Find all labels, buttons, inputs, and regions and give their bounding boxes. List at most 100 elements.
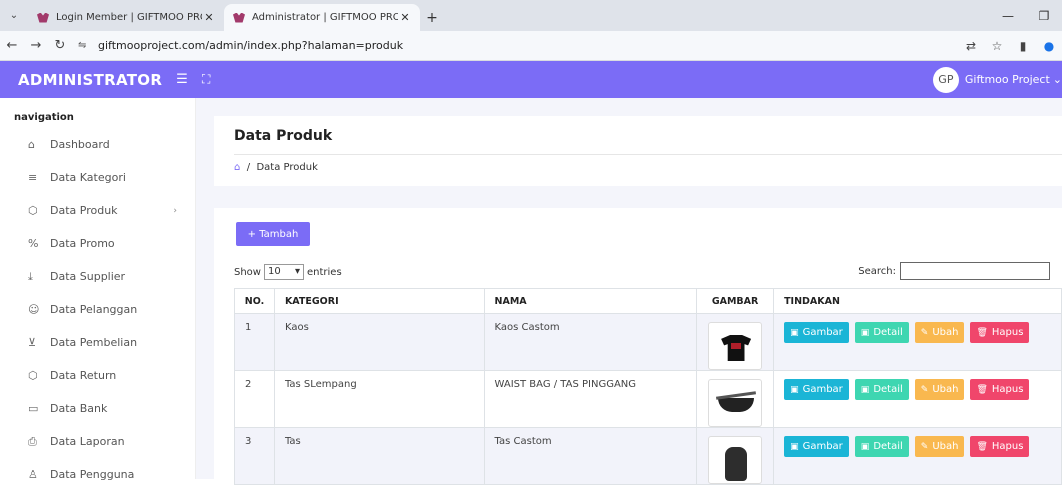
sidebar-item-bank[interactable]: ▭ Data Bank: [0, 392, 195, 425]
table-header-row: NO. KATEGORI NAMA GAMBAR TINDAKAN: [234, 288, 1062, 314]
browser-tab-login[interactable]: Login Member | GIFTMOO PRO ✕: [28, 4, 224, 31]
image-icon: ▣: [790, 384, 799, 395]
user-name: Giftmoo Project: [964, 73, 1050, 86]
product-thumbnail: [708, 379, 763, 427]
cell-actions: ▣ Gambar ▣ Detail ✎ Ubah 🗑 Hapus: [773, 370, 1062, 428]
sidebar-item-label: Data Kategori: [50, 171, 126, 184]
ubah-button[interactable]: ✎ Ubah: [914, 322, 965, 343]
cell-gambar: [696, 370, 775, 428]
forward-icon[interactable]: →: [24, 38, 48, 53]
column-header[interactable]: KATEGORI: [273, 288, 485, 314]
detail-button[interactable]: ▣ Detail: [854, 322, 909, 343]
user-menu[interactable]: GP Giftmoo Project ⌄: [932, 61, 1062, 98]
hapus-button[interactable]: 🗑 Hapus: [970, 436, 1030, 457]
add-product-button[interactable]: + Tambah: [236, 222, 310, 246]
detail-button[interactable]: ▣ Detail: [854, 379, 909, 400]
breadcrumb-current: Data Produk: [256, 162, 318, 173]
entries-select[interactable]: 10: [263, 264, 304, 280]
url-field[interactable]: ⇋ giftmooproject.com/admin/index.php?hal…: [78, 34, 958, 58]
box-icon: ⬡: [28, 369, 38, 382]
product-table-card: + Tambah Show 10 entries Search: NO. KAT…: [214, 208, 1062, 485]
sidebar-item-promo[interactable]: % Data Promo: [0, 227, 195, 260]
sidebar-item-produk[interactable]: ⬡ Data Produk ›: [0, 194, 195, 227]
ubah-button[interactable]: ✎ Ubah: [914, 436, 965, 457]
sidebar-item-label: Dashboard: [50, 138, 110, 151]
image-icon: ▣: [790, 441, 799, 452]
cell-no: 1: [234, 313, 275, 371]
users-icon: ☺: [28, 303, 40, 316]
back-icon[interactable]: ←: [0, 38, 24, 53]
translate-icon[interactable]: ⇄: [958, 39, 984, 53]
search-input[interactable]: [900, 262, 1050, 280]
hapus-button[interactable]: 🗑 Hapus: [970, 379, 1030, 400]
entries-label: entries: [306, 266, 342, 278]
product-thumbnail: [708, 436, 763, 484]
sidebar-item-label: Data Promo: [50, 237, 115, 250]
cell-kategori: Kaos: [273, 313, 485, 371]
tshirt-image: [721, 335, 752, 361]
image-icon: ▣: [860, 441, 870, 452]
search-control: Search:: [858, 262, 1050, 280]
sidebar-item-return[interactable]: ⬡ Data Return: [0, 359, 195, 392]
hapus-button[interactable]: 🗑 Hapus: [970, 322, 1030, 343]
sidebar-item-label: Data Pengguna: [50, 468, 135, 481]
waistbag-image: [718, 398, 755, 412]
profile-icon[interactable]: ●: [1036, 39, 1062, 53]
breadcrumb-separator: /: [243, 162, 254, 173]
column-header[interactable]: NO.: [234, 288, 275, 314]
chevron-right-icon: ›: [173, 205, 177, 216]
cell-no: 3: [234, 427, 275, 485]
cell-kategori: Tas: [273, 427, 485, 485]
detail-button[interactable]: ▣ Detail: [854, 436, 909, 457]
tab-label: Administrator | GIFTMOO PRO: [252, 12, 398, 23]
sidebar-item-pembelian[interactable]: ⊻ Data Pembelian: [0, 326, 195, 359]
browser-tab-admin[interactable]: Administrator | GIFTMOO PRO ✕: [224, 4, 420, 31]
gambar-button[interactable]: ▣ Gambar: [784, 436, 849, 457]
cell-gambar: [696, 313, 775, 371]
sidebar-item-label: Data Produk: [50, 204, 118, 217]
table-row: 3 Tas Tas Castom ▣ Gambar ▣ Detail ✎ Ubah 🗑…: [234, 427, 1062, 485]
bookmark-star-icon[interactable]: ☆: [984, 39, 1010, 53]
minimize-icon[interactable]: —: [990, 9, 1026, 23]
table-row: 2 Tas SLempang WAIST BAG / TAS PINGGANG …: [234, 370, 1062, 428]
tab-search-icon[interactable]: ⌄: [0, 0, 28, 31]
trash-icon: 🗑: [976, 327, 988, 338]
fullscreen-icon[interactable]: ⛶: [202, 72, 210, 87]
restore-icon[interactable]: ❐: [1026, 9, 1062, 23]
backpack-image: [725, 447, 748, 481]
product-table: NO. KATEGORI NAMA GAMBAR TINDAKAN 1 Kaos…: [234, 288, 1062, 485]
url-text: giftmooproject.com/admin/index.php?halam…: [98, 39, 404, 52]
breadcrumb: ⌂ / Data Produk: [234, 162, 318, 173]
sidebar-item-label: Data Supplier: [50, 270, 126, 283]
sidebar-item-pengguna[interactable]: ♙ Data Pengguna: [0, 458, 195, 491]
column-header[interactable]: NAMA: [483, 288, 698, 314]
sidebar-item-label: Data Return: [50, 369, 117, 382]
card-icon: ▭: [28, 402, 39, 415]
trash-icon: 🗑: [976, 384, 988, 395]
list-icon: ≡: [28, 171, 38, 184]
sidebar-item-supplier[interactable]: ⤓ Data Supplier: [0, 260, 195, 293]
gambar-button[interactable]: ▣ Gambar: [784, 379, 849, 400]
gambar-button[interactable]: ▣ Gambar: [784, 322, 849, 343]
site-info-icon[interactable]: ⇋: [78, 40, 98, 51]
sidepanel-icon[interactable]: ▮: [1010, 39, 1036, 53]
sidebar-item-laporan[interactable]: ⎙ Data Laporan: [0, 425, 195, 458]
ubah-button[interactable]: ✎ Ubah: [914, 379, 965, 400]
reload-icon[interactable]: ↻: [48, 38, 72, 53]
download-icon: ⤓: [28, 269, 33, 283]
sidebar-item-pelanggan[interactable]: ☺ Data Pelanggan: [0, 293, 195, 326]
home-icon[interactable]: ⌂: [234, 162, 240, 173]
menu-toggle-icon[interactable]: ☰: [176, 72, 188, 87]
cell-no: 2: [234, 370, 275, 428]
tab-close-icon[interactable]: ✕: [202, 11, 216, 24]
column-header[interactable]: GAMBAR: [696, 288, 775, 314]
sidebar-item-label: Data Pembelian: [50, 336, 138, 349]
new-tab-icon[interactable]: +: [420, 4, 444, 31]
tab-close-icon[interactable]: ✕: [398, 11, 412, 24]
column-header[interactable]: TINDAKAN: [773, 288, 1062, 314]
home-icon: ⌂: [28, 138, 35, 151]
page-title: Data Produk: [234, 128, 333, 144]
sidebar-item-dashboard[interactable]: ⌂ Dashboard: [0, 128, 195, 161]
sidebar-item-kategori[interactable]: ≡ Data Kategori: [0, 161, 195, 194]
sidebar: navigation ⌂ Dashboard ≡ Data Kategori ⬡ Da…: [0, 98, 196, 481]
